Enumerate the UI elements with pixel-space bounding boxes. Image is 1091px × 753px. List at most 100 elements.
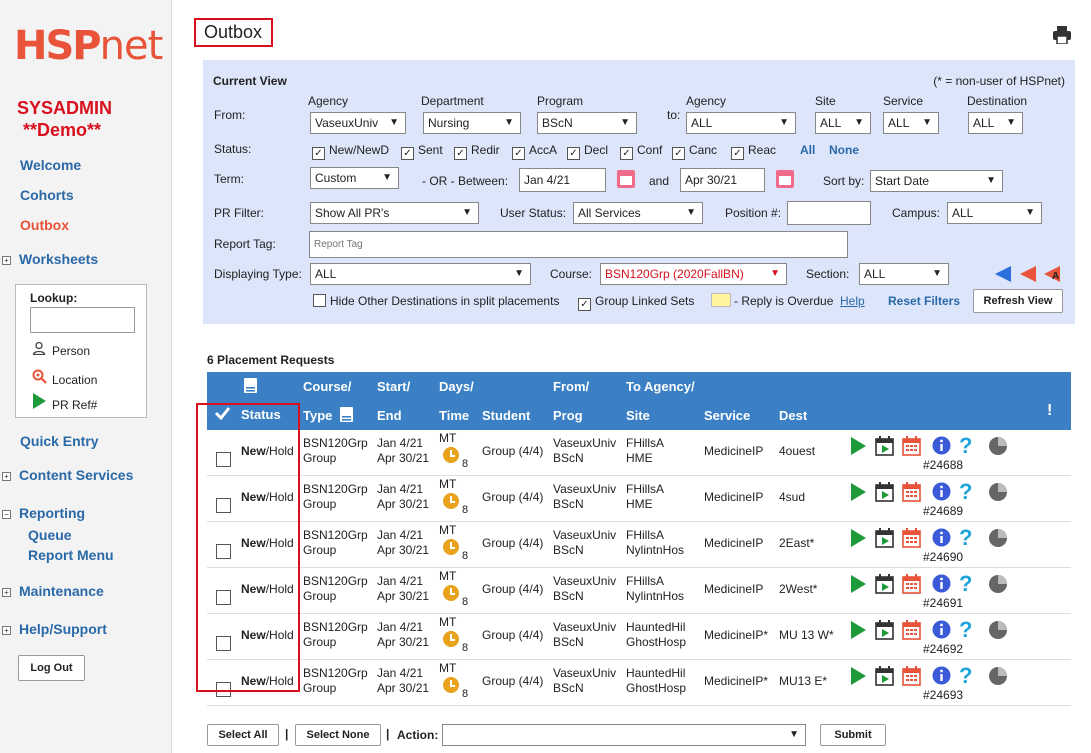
row-checkbox[interactable] xyxy=(216,636,231,651)
nav-cohorts[interactable]: Cohorts xyxy=(20,187,74,203)
calendar-grid-icon[interactable] xyxy=(902,528,921,551)
nav-maintenance[interactable]: + Maintenance xyxy=(2,583,104,599)
calendar-grid-icon[interactable] xyxy=(902,574,921,597)
prfilter-select[interactable]: Show All PR's ▼ xyxy=(310,202,479,224)
nav-report-menu[interactable]: Report Menu xyxy=(28,547,114,563)
info-icon[interactable] xyxy=(932,620,951,642)
checkbox[interactable]: ✓ xyxy=(731,147,744,160)
end-date-input[interactable]: Apr 30/21 xyxy=(680,168,765,192)
notes-icon[interactable] xyxy=(244,378,257,396)
col-prog[interactable]: Prog xyxy=(553,408,583,423)
row-ref[interactable]: #24690 xyxy=(923,550,963,565)
pie-status-icon[interactable] xyxy=(988,620,1008,643)
calendar-icon[interactable] xyxy=(776,170,794,188)
calendar-grid-icon[interactable] xyxy=(902,620,921,643)
hspnet-logo[interactable]: HSPnet xyxy=(14,24,163,68)
status-checkbox-reac[interactable]: ✓ Reac xyxy=(731,143,776,160)
col-type[interactable]: Type xyxy=(303,408,332,423)
help-link[interactable]: Help xyxy=(840,294,865,308)
collapse-icon[interactable]: − xyxy=(2,510,11,519)
lookup-person-option[interactable]: Person xyxy=(32,341,90,358)
destination-select[interactable]: ALL ▼ xyxy=(968,112,1023,134)
select-all-check-icon[interactable] xyxy=(214,406,231,423)
help-question-icon[interactable]: ? xyxy=(959,525,972,551)
calendar-grid-icon[interactable] xyxy=(902,666,921,689)
send-play-icon[interactable] xyxy=(850,621,866,642)
col-to-agency[interactable]: To Agency/ xyxy=(626,379,695,394)
notes-icon[interactable] xyxy=(340,407,353,425)
checkbox[interactable]: ✓ xyxy=(401,147,414,160)
send-play-icon[interactable] xyxy=(850,529,866,550)
row-checkbox[interactable] xyxy=(216,452,231,467)
schedule-play-icon[interactable] xyxy=(875,666,894,689)
nav-worksheets[interactable]: + Worksheets xyxy=(2,251,98,267)
term-select[interactable]: Custom ▼ xyxy=(310,167,399,189)
sortby-select[interactable]: Start Date ▼ xyxy=(870,170,1003,192)
to-agency-select[interactable]: ALL ▼ xyxy=(686,112,796,134)
reporttag-input[interactable] xyxy=(309,231,848,258)
col-dest[interactable]: Dest xyxy=(779,408,807,423)
checkbox[interactable]: ✓ xyxy=(620,147,633,160)
checkbox[interactable]: ✓ xyxy=(454,147,467,160)
col-start[interactable]: Start/ xyxy=(377,379,410,394)
nav-first-icon[interactable] xyxy=(994,265,1012,286)
reset-filters-link[interactable]: Reset Filters xyxy=(888,294,960,308)
info-icon[interactable] xyxy=(932,666,951,688)
select-all-button[interactable]: Select All xyxy=(207,724,279,746)
course-select[interactable]: BSN120Grp (2020FallBN) ▼ xyxy=(600,263,787,285)
campus-select[interactable]: ALL ▼ xyxy=(947,202,1042,224)
refresh-view-button[interactable]: Refresh View xyxy=(973,289,1063,313)
row-ref[interactable]: #24692 xyxy=(923,642,963,657)
action-select[interactable]: ▼ xyxy=(442,724,806,746)
select-none-button[interactable]: Select None xyxy=(295,724,381,746)
schedule-play-icon[interactable] xyxy=(875,574,894,597)
calendar-icon[interactable] xyxy=(617,170,635,188)
logout-button[interactable]: Log Out xyxy=(18,655,85,681)
expand-icon[interactable]: + xyxy=(2,626,11,635)
col-student[interactable]: Student xyxy=(482,408,530,423)
status-checkbox-canc[interactable]: ✓ Canc xyxy=(672,143,717,160)
help-question-icon[interactable]: ? xyxy=(959,571,972,597)
nav-prev-icon[interactable] xyxy=(1019,265,1037,286)
info-icon[interactable] xyxy=(932,482,951,504)
status-all-link[interactable]: All xyxy=(800,143,815,157)
row-ref[interactable]: #24689 xyxy=(923,504,963,519)
expand-icon[interactable]: + xyxy=(2,588,11,597)
help-question-icon[interactable]: ? xyxy=(959,617,972,643)
checkbox[interactable]: ✓ xyxy=(312,147,325,160)
send-play-icon[interactable] xyxy=(850,483,866,504)
checkbox[interactable]: ✓ xyxy=(567,147,580,160)
print-icon[interactable] xyxy=(1052,26,1072,47)
info-icon[interactable] xyxy=(932,574,951,596)
nav-outbox[interactable]: Outbox xyxy=(20,217,69,233)
nav-reporting[interactable]: − Reporting xyxy=(2,505,85,521)
row-ref[interactable]: #24688 xyxy=(923,458,963,473)
help-question-icon[interactable]: ? xyxy=(959,479,972,505)
schedule-play-icon[interactable] xyxy=(875,436,894,459)
pie-status-icon[interactable] xyxy=(988,436,1008,459)
checkbox[interactable] xyxy=(313,294,326,307)
from-department-select[interactable]: Nursing ▼ xyxy=(423,112,521,134)
nav-welcome[interactable]: Welcome xyxy=(20,157,81,173)
hide-other-checkbox[interactable]: Hide Other Destinations in split placeme… xyxy=(313,294,559,308)
row-checkbox[interactable] xyxy=(216,590,231,605)
col-days[interactable]: Days/ xyxy=(439,379,474,394)
status-checkbox-decl[interactable]: ✓ Decl xyxy=(567,143,608,160)
lookup-location-option[interactable]: Location xyxy=(32,369,97,387)
position-input[interactable] xyxy=(787,201,871,225)
send-play-icon[interactable] xyxy=(850,667,866,688)
col-from[interactable]: From/ xyxy=(553,379,589,394)
col-site[interactable]: Site xyxy=(626,408,650,423)
col-status[interactable]: Status xyxy=(241,407,281,422)
pie-status-icon[interactable] xyxy=(988,666,1008,689)
row-ref[interactable]: #24693 xyxy=(923,688,963,703)
col-end[interactable]: End xyxy=(377,408,402,423)
schedule-play-icon[interactable] xyxy=(875,620,894,643)
submit-button[interactable]: Submit xyxy=(820,724,886,746)
row-checkbox[interactable] xyxy=(216,682,231,697)
status-checkbox-sent[interactable]: ✓ Sent xyxy=(401,143,443,160)
site-select[interactable]: ALL ▼ xyxy=(815,112,871,134)
status-checkbox-redir[interactable]: ✓ Redir xyxy=(454,143,500,160)
col-service[interactable]: Service xyxy=(704,408,750,423)
lookup-input[interactable] xyxy=(30,307,135,333)
